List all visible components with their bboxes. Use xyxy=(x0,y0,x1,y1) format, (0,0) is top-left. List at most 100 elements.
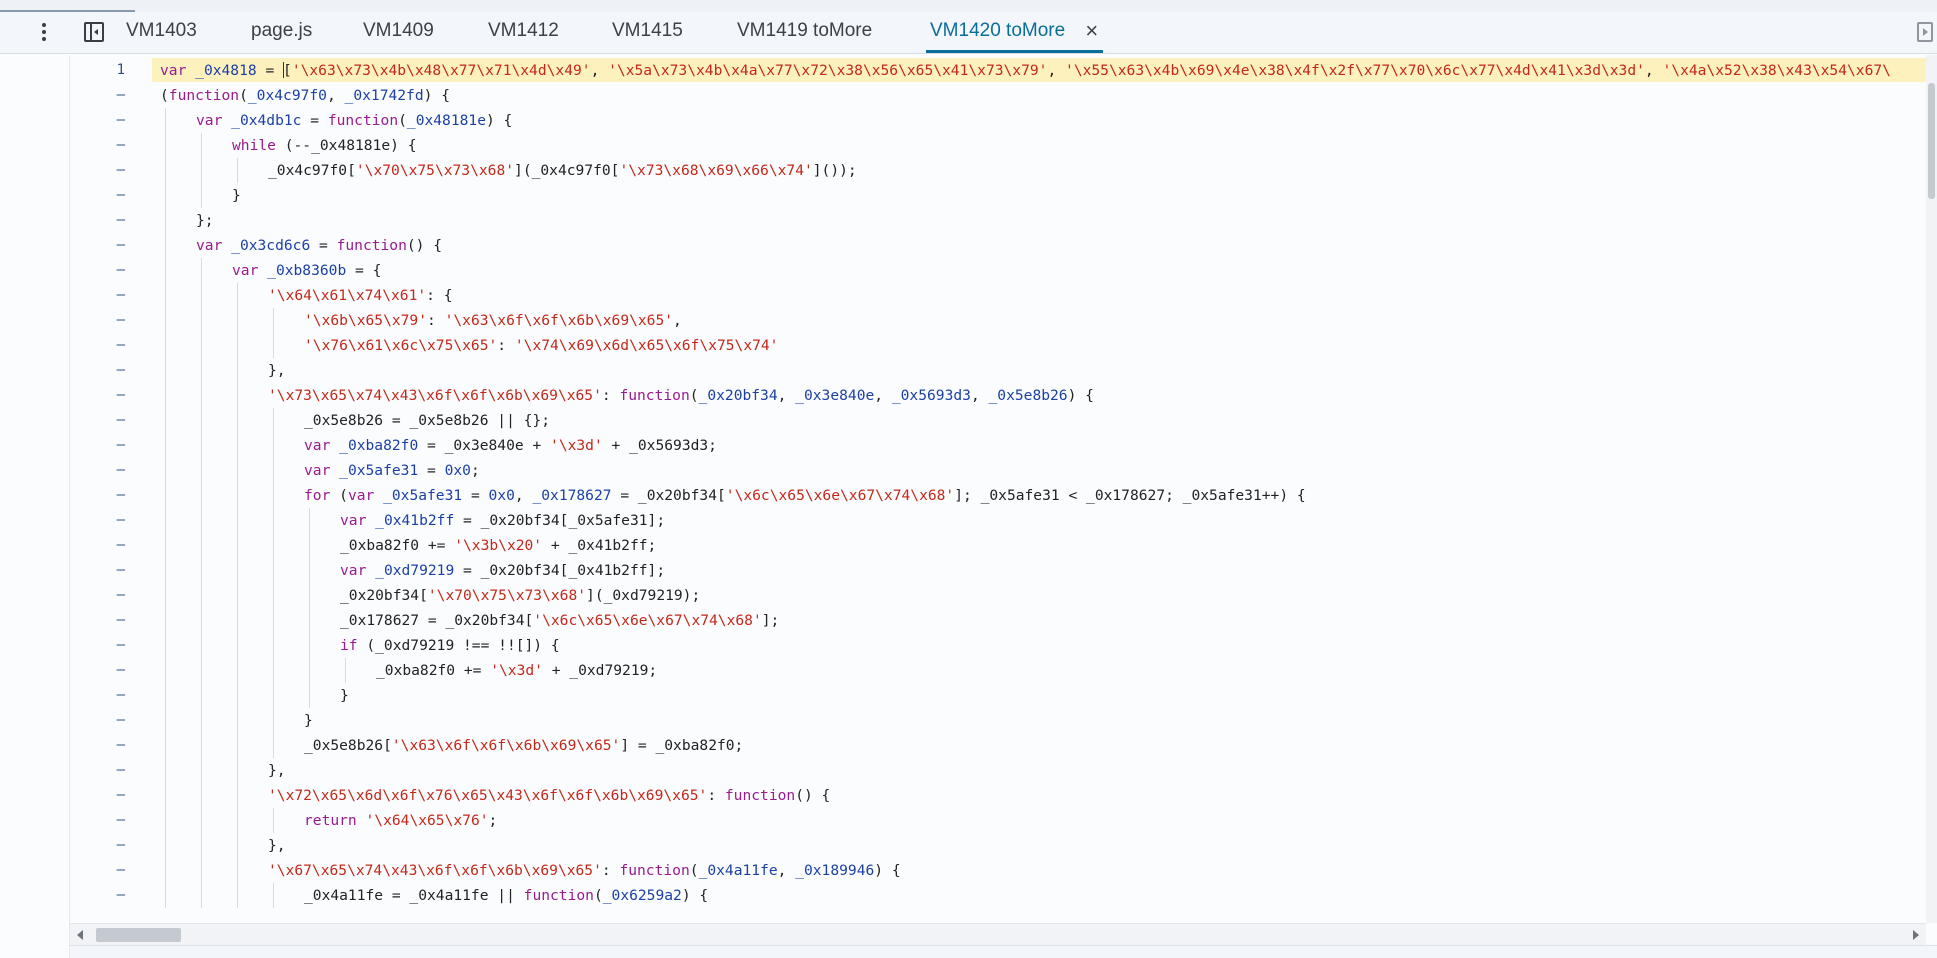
line-number[interactable]: – xyxy=(70,133,125,158)
vertical-scrollbar[interactable] xyxy=(1926,55,1937,923)
tab-vm1409[interactable]: VM1409 xyxy=(363,12,434,53)
line-number[interactable]: – xyxy=(70,283,125,308)
code-line[interactable]: – '\x67\x65\x74\x43\x6f\x6f\x6b\x69\x65':… xyxy=(70,858,1937,883)
code-line[interactable]: – var _0x3cd6c6 = function() { xyxy=(70,233,1937,258)
line-number[interactable]: – xyxy=(70,183,125,208)
line-number[interactable]: – xyxy=(70,483,125,508)
indent-guide xyxy=(273,633,274,658)
code-line[interactable]: – _0xba82f0 += '\x3b\x20' + _0x41b2ff; xyxy=(70,533,1937,558)
code-line[interactable]: – (function(_0x4c97f0, _0x1742fd) { xyxy=(70,83,1937,108)
line-number[interactable]: – xyxy=(70,733,125,758)
tab-vm1420-tomore[interactable]: VM1420 toMore × xyxy=(926,12,1104,53)
code-line[interactable]: – while (--_0x48181e) { xyxy=(70,133,1937,158)
code-line[interactable]: – var _0xb8360b = { xyxy=(70,258,1937,283)
code-line[interactable]: – var _0xba82f0 = _0x3e840e + '\x3d' + _0… xyxy=(70,433,1937,458)
vertical-scroll-thumb[interactable] xyxy=(1928,83,1935,199)
code-token: _0x178627 xyxy=(532,487,612,504)
line-number[interactable]: – xyxy=(70,808,125,833)
horizontal-scroll-thumb[interactable] xyxy=(96,928,181,942)
line-number[interactable]: – xyxy=(70,408,125,433)
kebab-menu-icon[interactable] xyxy=(34,21,54,43)
code-editor[interactable]: 1 var _0x4818 = ['\x63\x73\x4b\x48\x77\x7… xyxy=(70,55,1937,923)
code-line[interactable]: – _0x4a11fe = _0x4a11fe || function(_0x62… xyxy=(70,883,1937,908)
code-line[interactable]: – '\x76\x61\x6c\x75\x65': '\x74\x69\x6d\x… xyxy=(70,333,1937,358)
line-number[interactable]: – xyxy=(70,533,125,558)
code-line[interactable]: –} xyxy=(70,183,1937,208)
code-line[interactable]: – var _0xd79219 = _0x20bf34[_0x41b2ff]; xyxy=(70,558,1937,583)
scroll-right-arrow-icon[interactable] xyxy=(1913,930,1919,940)
code-line[interactable]: – for (var _0x5afe31 = 0x0, _0x178627 = _… xyxy=(70,483,1937,508)
code-line[interactable]: – '\x73\x65\x74\x43\x6f\x6f\x6b\x69\x65':… xyxy=(70,383,1937,408)
line-number[interactable]: – xyxy=(70,583,125,608)
line-number[interactable]: – xyxy=(70,683,125,708)
line-number[interactable]: – xyxy=(70,108,125,133)
code-token: ; xyxy=(470,462,480,479)
code-line[interactable]: – _0x20bf34['\x70\x75\x73\x68'](_0xd79219… xyxy=(70,583,1937,608)
horizontal-scrollbar[interactable] xyxy=(70,923,1926,945)
code-line[interactable]: – var _0x5afe31 = 0x0; xyxy=(70,458,1937,483)
line-number[interactable]: – xyxy=(70,358,125,383)
code-line[interactable]: 1 var _0x4818 = ['\x63\x73\x4b\x48\x77\x7… xyxy=(70,58,1937,83)
line-number[interactable]: – xyxy=(70,558,125,583)
line-number[interactable]: – xyxy=(70,658,125,683)
code-line[interactable]: – '\x72\x65\x6d\x6f\x76\x65\x43\x6f\x6f\x… xyxy=(70,783,1937,808)
line-number[interactable]: – xyxy=(70,458,125,483)
code-line[interactable]: – '\x64\x61\x74\x61': { xyxy=(70,283,1937,308)
line-number[interactable]: – xyxy=(70,308,125,333)
line-number[interactable]: – xyxy=(70,333,125,358)
line-number[interactable]: – xyxy=(70,833,125,858)
indent-guide xyxy=(273,458,274,483)
code-token: + _0x5693d3; xyxy=(602,437,717,454)
code-text: }, xyxy=(268,358,286,383)
code-line[interactable]: – var _0x41b2ff = _0x20bf34[_0x5afe31]; xyxy=(70,508,1937,533)
code-line[interactable]: – _0x5e8b26 = _0x5e8b26 || {}; xyxy=(70,408,1937,433)
line-number[interactable]: – xyxy=(70,783,125,808)
tab-vm1412[interactable]: VM1412 xyxy=(488,12,559,53)
code-line[interactable]: – return '\x64\x65\x76'; xyxy=(70,808,1937,833)
code-line[interactable]: –} xyxy=(70,683,1937,708)
line-number[interactable]: 1 xyxy=(70,58,125,83)
scroll-left-arrow-icon[interactable] xyxy=(77,930,83,940)
code-line[interactable]: –}; xyxy=(70,208,1937,233)
code-text: for (var _0x5afe31 = 0x0, _0x178627 = _0… xyxy=(304,483,1306,508)
code-line[interactable]: –}, xyxy=(70,758,1937,783)
indent-guide xyxy=(237,858,238,883)
tab-vm1419-tomore[interactable]: VM1419 toMore xyxy=(737,12,872,53)
code-line[interactable]: – if (_0xd79219 !== !![]) { xyxy=(70,633,1937,658)
line-number[interactable]: – xyxy=(70,608,125,633)
code-text: var _0x41b2ff = _0x20bf34[_0x5afe31]; xyxy=(340,508,665,533)
code-line[interactable]: – _0x4c97f0['\x70\x75\x73\x68'](_0x4c97f0… xyxy=(70,158,1937,183)
code-line[interactable]: – _0xba82f0 += '\x3d' + _0xd79219; xyxy=(70,658,1937,683)
line-number[interactable]: – xyxy=(70,383,125,408)
code-line[interactable]: – '\x6b\x65\x79': '\x63\x6f\x6f\x6b\x69\x… xyxy=(70,308,1937,333)
line-number[interactable]: – xyxy=(70,158,125,183)
toggle-navigator-icon[interactable] xyxy=(84,22,104,42)
indent-guide xyxy=(201,333,202,358)
code-token: '\x64\x65\x76' xyxy=(365,812,489,829)
line-number[interactable]: – xyxy=(70,633,125,658)
code-line[interactable]: – _0x178627 = _0x20bf34['\x6c\x65\x6e\x67… xyxy=(70,608,1937,633)
line-number[interactable]: – xyxy=(70,883,125,908)
line-number[interactable]: – xyxy=(70,433,125,458)
tab-label: VM1419 toMore xyxy=(737,20,873,41)
close-icon[interactable]: × xyxy=(1085,12,1098,50)
code-text: '\x73\x65\x74\x43\x6f\x6f\x6b\x69\x65': … xyxy=(268,383,1094,408)
line-number[interactable]: – xyxy=(70,758,125,783)
line-number[interactable]: – xyxy=(70,258,125,283)
line-number[interactable]: – xyxy=(70,508,125,533)
code-line[interactable]: – var _0x4db1c = function(_0x48181e) { xyxy=(70,108,1937,133)
code-line[interactable]: –} xyxy=(70,708,1937,733)
toggle-debugger-icon[interactable] xyxy=(1917,22,1933,42)
tab-vm1415[interactable]: VM1415 xyxy=(612,12,683,53)
line-number[interactable]: – xyxy=(70,858,125,883)
code-line[interactable]: –}, xyxy=(70,833,1937,858)
line-number[interactable]: – xyxy=(70,233,125,258)
tab-vm1403[interactable]: VM1403 xyxy=(126,12,197,53)
tab-page-js[interactable]: page.js xyxy=(251,12,312,53)
code-token: '\x6c\x65\x6e\x67\x74\x68' xyxy=(533,612,762,629)
code-line[interactable]: – _0x5e8b26['\x63\x6f\x6f\x6b\x69\x65'] =… xyxy=(70,733,1937,758)
line-number[interactable]: – xyxy=(70,83,125,108)
line-number[interactable]: – xyxy=(70,708,125,733)
code-line[interactable]: –}, xyxy=(70,358,1937,383)
line-number[interactable]: – xyxy=(70,208,125,233)
